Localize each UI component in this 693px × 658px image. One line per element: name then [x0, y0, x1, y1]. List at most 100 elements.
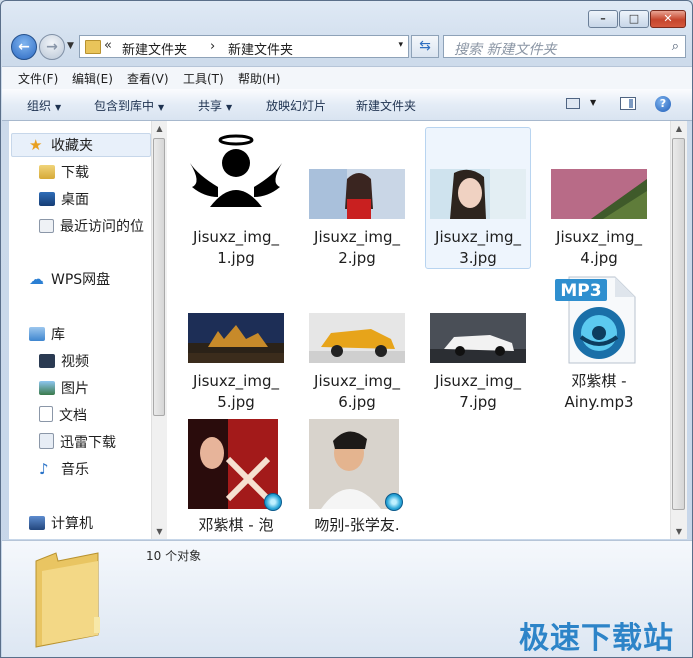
- preview-pane-icon[interactable]: [620, 97, 636, 110]
- mp3-icon-label: MP3: [560, 281, 601, 301]
- menu-help[interactable]: 帮助(H): [238, 70, 280, 87]
- breadcrumb-separator[interactable]: ›: [210, 39, 215, 54]
- desktop-icon: [39, 192, 55, 206]
- file-item[interactable]: 邓紫棋 - 泡: [188, 419, 284, 539]
- change-view-icon[interactable]: [566, 98, 580, 109]
- dropdown-arrow-icon: ▼: [226, 103, 233, 112]
- media-badge-icon: [385, 493, 403, 511]
- sidebar-item-label: 音乐: [61, 462, 89, 478]
- search-placeholder: 搜索 新建文件夹: [454, 42, 557, 58]
- scroll-up-icon[interactable]: ▲: [671, 124, 687, 133]
- new-folder-button[interactable]: 新建文件夹: [356, 97, 416, 114]
- folder-icon: [85, 40, 101, 54]
- maximize-button[interactable]: □: [619, 10, 649, 28]
- forward-button[interactable]: →: [39, 34, 65, 60]
- sidebar-item-thunder[interactable]: 迅雷下载: [39, 432, 116, 452]
- sidebar-item-desktop[interactable]: 桌面: [39, 189, 89, 209]
- scroll-thumb[interactable]: [153, 138, 165, 416]
- landscape-thumbnail: [551, 169, 647, 219]
- scroll-up-icon[interactable]: ▲: [152, 124, 167, 133]
- sidebar-item-library[interactable]: 库: [29, 324, 65, 344]
- mp3-file-icon: MP3: [555, 276, 636, 364]
- search-input[interactable]: 搜索 新建文件夹 ⌕: [443, 35, 686, 58]
- file-item[interactable]: 吻别-张学友.: [309, 419, 405, 539]
- refresh-button[interactable]: ⇆: [411, 35, 439, 58]
- navigation-scrollbar[interactable]: ▲ ▼: [151, 121, 167, 539]
- sidebar-item-computer[interactable]: 计算机: [29, 513, 93, 533]
- include-in-library-button[interactable]: 包含到库中 ▼: [94, 97, 164, 114]
- breadcrumb-overflow[interactable]: «: [104, 38, 112, 53]
- close-button[interactable]: ✕: [650, 10, 686, 28]
- sidebar-item-documents[interactable]: 文档: [39, 405, 87, 425]
- file-item[interactable]: MP3 邓紫棋 - Ainy.mp3: [551, 275, 647, 415]
- sidebar-item-wps[interactable]: ☁ WPS网盘: [29, 269, 110, 289]
- media-badge-icon: [264, 493, 282, 511]
- file-name: Jisuxz_img_ 5.jpg: [193, 372, 279, 411]
- search-icon[interactable]: ⌕: [672, 39, 679, 54]
- address-dropdown-icon[interactable]: ▾: [398, 40, 403, 50]
- menu-view[interactable]: 查看(V): [127, 70, 169, 87]
- file-item[interactable]: Jisuxz_img_ 4.jpg: [551, 131, 647, 271]
- dropdown-arrow-icon: ▼: [55, 103, 62, 112]
- menu-file[interactable]: 文件(F): [18, 70, 58, 87]
- file-list: Jisuxz_img_ 1.jpg Jisuxz_img_ 2.jpg Jisuxz…: [167, 121, 670, 539]
- file-name: 吻别-张学友.: [314, 516, 400, 534]
- file-name: Jisuxz_img_ 4.jpg: [556, 228, 642, 267]
- sidebar-item-favorites[interactable]: ★ 收藏夹: [29, 135, 93, 155]
- file-item[interactable]: Jisuxz_img_ 1.jpg: [188, 131, 284, 271]
- sidebar-item-videos[interactable]: 视频: [39, 351, 89, 371]
- address-bar[interactable]: « 新建文件夹 › 新建文件夹 ▾: [79, 35, 409, 58]
- folder-icon: [35, 552, 100, 648]
- portrait-thumbnail: [430, 169, 526, 219]
- pictures-icon: [39, 381, 55, 395]
- file-item[interactable]: Jisuxz_img_ 3.jpg: [430, 131, 526, 271]
- file-item[interactable]: Jisuxz_img_ 7.jpg: [430, 275, 526, 415]
- castle-night-thumbnail: [188, 313, 284, 363]
- maximize-icon: □: [628, 12, 640, 25]
- scroll-thumb[interactable]: [672, 138, 685, 510]
- organize-label: 组织: [27, 99, 52, 113]
- minimize-icon: –: [600, 12, 606, 25]
- back-arrow-icon: ←: [18, 39, 30, 55]
- details-pane: 10 个对象 极速下载站: [2, 540, 692, 657]
- view-options-dropdown-icon[interactable]: ▼: [590, 98, 596, 107]
- white-car-thumbnail: [430, 313, 526, 363]
- menu-bar: 文件(F) 编辑(E) 查看(V) 工具(T) 帮助(H): [2, 66, 692, 90]
- library-icon: [29, 327, 45, 341]
- menu-edit[interactable]: 编辑(E): [72, 70, 113, 87]
- file-item[interactable]: Jisuxz_img_ 2.jpg: [309, 131, 405, 271]
- explorer-window: – □ ✕ ← → ▼ « 新建文件夹 › 新建文件夹 ▾ ⇆ 搜索 新建文件夹…: [0, 0, 693, 658]
- star-icon: ★: [29, 136, 43, 154]
- music-icon: ♪: [39, 460, 49, 478]
- file-item[interactable]: Jisuxz_img_ 5.jpg: [188, 275, 284, 415]
- breadcrumb-segment[interactable]: 新建文件夹: [228, 39, 293, 58]
- sidebar-item-recent[interactable]: 最近访问的位: [39, 216, 144, 236]
- dropdown-arrow-icon: ▼: [158, 103, 165, 112]
- file-name: Jisuxz_img_ 2.jpg: [314, 228, 400, 267]
- include-in-library-label: 包含到库中: [94, 99, 155, 113]
- navigation-pane: ★ 收藏夹 下载 桌面 最近访问的位 ☁ WPS网盘 库 视频 图片 文档 迅雷下载…: [9, 121, 152, 539]
- computer-icon: [29, 516, 45, 530]
- organize-button[interactable]: 组织 ▼: [27, 97, 61, 114]
- file-name: Jisuxz_img_ 6.jpg: [314, 372, 400, 411]
- thunder-download-icon: [39, 433, 54, 449]
- back-button[interactable]: ←: [11, 34, 37, 60]
- sidebar-item-pictures[interactable]: 图片: [39, 378, 89, 398]
- angel-avatar-thumbnail: [188, 131, 284, 217]
- content-scrollbar[interactable]: ▲ ▼: [670, 121, 687, 539]
- minimize-button[interactable]: –: [588, 10, 618, 28]
- breadcrumb-segment[interactable]: 新建文件夹: [122, 39, 187, 58]
- sidebar-item-music[interactable]: ♪ 音乐: [39, 459, 89, 479]
- command-bar: 组织 ▼ 包含到库中 ▼ 共享 ▼ 放映幻灯片 新建文件夹 ▼ ?: [2, 89, 692, 121]
- scroll-down-icon[interactable]: ▼: [152, 527, 167, 536]
- scroll-down-icon[interactable]: ▼: [671, 527, 687, 536]
- share-button[interactable]: 共享 ▼: [198, 97, 232, 114]
- sidebar-item-downloads[interactable]: 下载: [39, 162, 89, 182]
- slideshow-button[interactable]: 放映幻灯片: [266, 97, 326, 114]
- help-icon[interactable]: ?: [655, 96, 671, 112]
- refresh-icon: ⇆: [419, 38, 431, 54]
- menu-tools[interactable]: 工具(T): [183, 70, 224, 87]
- recent-pages-dropdown[interactable]: ▼: [67, 41, 74, 51]
- file-item[interactable]: Jisuxz_img_ 6.jpg: [309, 275, 405, 415]
- cloud-icon: ☁: [29, 270, 44, 288]
